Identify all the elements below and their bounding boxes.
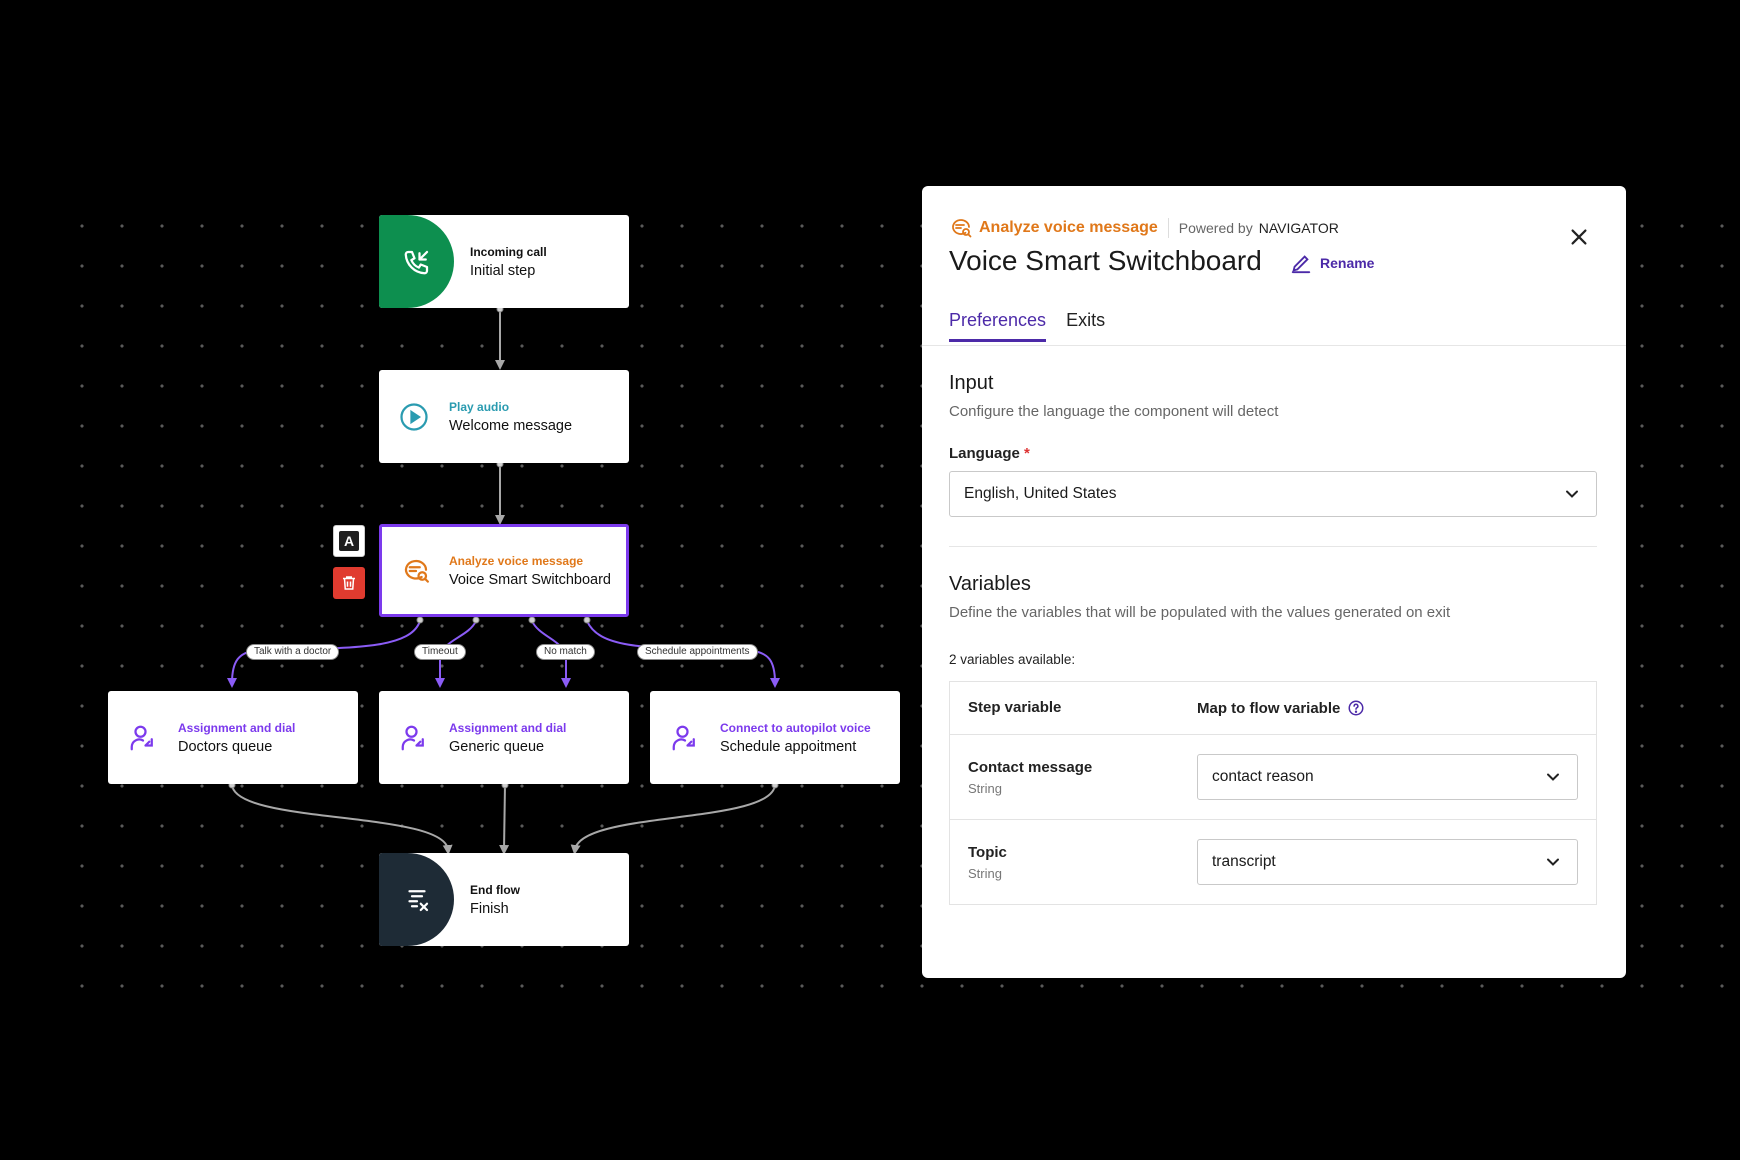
node-name: Schedule appoitment [720,738,857,755]
node-doctors-queue[interactable]: Assignment and dial Doctors queue [108,691,358,784]
close-icon[interactable] [1568,226,1590,248]
help-icon[interactable] [1347,699,1365,717]
agent-dial-icon [650,691,720,784]
chevron-down-icon [1547,858,1559,866]
tab-preferences[interactable]: Preferences [949,310,1047,342]
input-section-title: Input [949,372,994,394]
node-autopilot-voice[interactable]: Connect to autopilot voice Schedule appo… [650,691,900,784]
variables-count: 2 variables available: [949,652,1076,667]
node-generic-queue[interactable]: Assignment and dial Generic queue [379,691,629,784]
voice-analyze-icon [382,527,449,614]
powered-by-label: Powered by [1178,220,1253,236]
variable-name: Contact message [968,758,1093,776]
flow-variable-select[interactable]: contact reason [1197,754,1578,800]
required-mark: * [1024,445,1030,462]
node-category: Connect to autopilot voice [720,720,871,735]
delete-node-button[interactable] [333,567,365,599]
variable-type: String [968,780,1002,796]
trash-icon [343,576,355,590]
node-name: Voice Smart Switchboard [449,571,611,588]
label-a-icon: A [339,531,359,551]
node-play-audio[interactable]: Play audio Welcome message [379,370,629,463]
pencil-icon [1291,255,1311,274]
variables-section-title: Variables [949,573,1031,595]
chevron-down-icon [1566,490,1578,498]
node-analyze-voice[interactable]: Analyze voice message Voice Smart Switch… [379,524,629,617]
variables-section-description: Define the variables that will be popula… [949,604,1451,621]
rename-label: Rename [1320,255,1375,271]
flow-variable-value: contact reason [1212,768,1314,785]
node-name: Welcome message [449,417,573,434]
node-end-flow[interactable]: End flow Finish [379,853,629,946]
panel-tabs: Preferences Exits [949,310,1125,342]
node-category: Assignment and dial [178,720,296,735]
node-category: End flow [470,882,520,897]
chevron-down-icon [1547,773,1559,781]
header-divider [1167,218,1169,238]
table-header-row: Step variable Map to flow variable [950,682,1596,735]
node-category: Assignment and dial [449,720,567,735]
language-select-value: English, United States [964,485,1117,502]
panel-header: Analyze voice message Powered by NAVIGAT… [949,216,1339,240]
tab-exits[interactable]: Exits [1066,310,1105,342]
node-category: Analyze voice message [449,553,584,568]
flow-variable-select[interactable]: transcript [1197,839,1578,885]
language-label: Language * [949,445,1030,462]
agent-dial-icon [108,691,178,784]
edge-label-schedule-appointments[interactable]: Schedule appointments [637,644,758,660]
end-flow-icon [379,853,454,946]
edge-label-talk-with-doctor[interactable]: Talk with a doctor [246,644,340,660]
rename-button[interactable]: Rename [1290,252,1374,274]
table-row: Contact message String contact reason [950,735,1596,820]
edge-label-timeout[interactable]: Timeout [414,644,466,660]
node-name: Generic queue [449,738,545,755]
edge-label-no-match[interactable]: No match [536,644,595,660]
variable-type: String [968,865,1002,881]
flow-variable-value: transcript [1212,853,1276,870]
table-row: Topic String transcript [950,820,1596,904]
label-tool-button[interactable]: A [333,525,365,557]
language-select[interactable]: English, United States [949,471,1597,517]
node-category: Play audio [449,399,510,414]
agent-dial-icon [379,691,449,784]
edges-to-end [231,783,776,855]
col-map-to-flow-variable: Map to flow variable [1197,699,1341,717]
node-name: Finish [470,900,509,917]
tabs-divider [922,345,1626,346]
node-name: Doctors queue [178,738,273,755]
phone-incoming-icon [379,215,454,308]
input-section-description: Configure the language the component wil… [949,403,1279,420]
panel-title: Voice Smart Switchboard [949,245,1262,276]
properties-panel: Analyze voice message Powered by NAVIGAT… [922,186,1626,978]
play-circle-icon [379,370,449,463]
node-category: Incoming call [470,244,547,259]
node-name: Initial step [470,262,536,279]
section-divider [949,546,1597,547]
node-incoming-call[interactable]: Incoming call Initial step [379,215,629,308]
col-step-variable: Step variable [968,699,1062,716]
panel-category: Analyze voice message [979,219,1158,236]
variables-table: Step variable Map to flow variable Conta… [949,681,1597,905]
variable-name: Topic [968,843,1007,861]
language-label-text: Language [949,445,1020,462]
powered-by-name: NAVIGATOR [1258,220,1339,236]
voice-analyze-icon [952,219,972,238]
